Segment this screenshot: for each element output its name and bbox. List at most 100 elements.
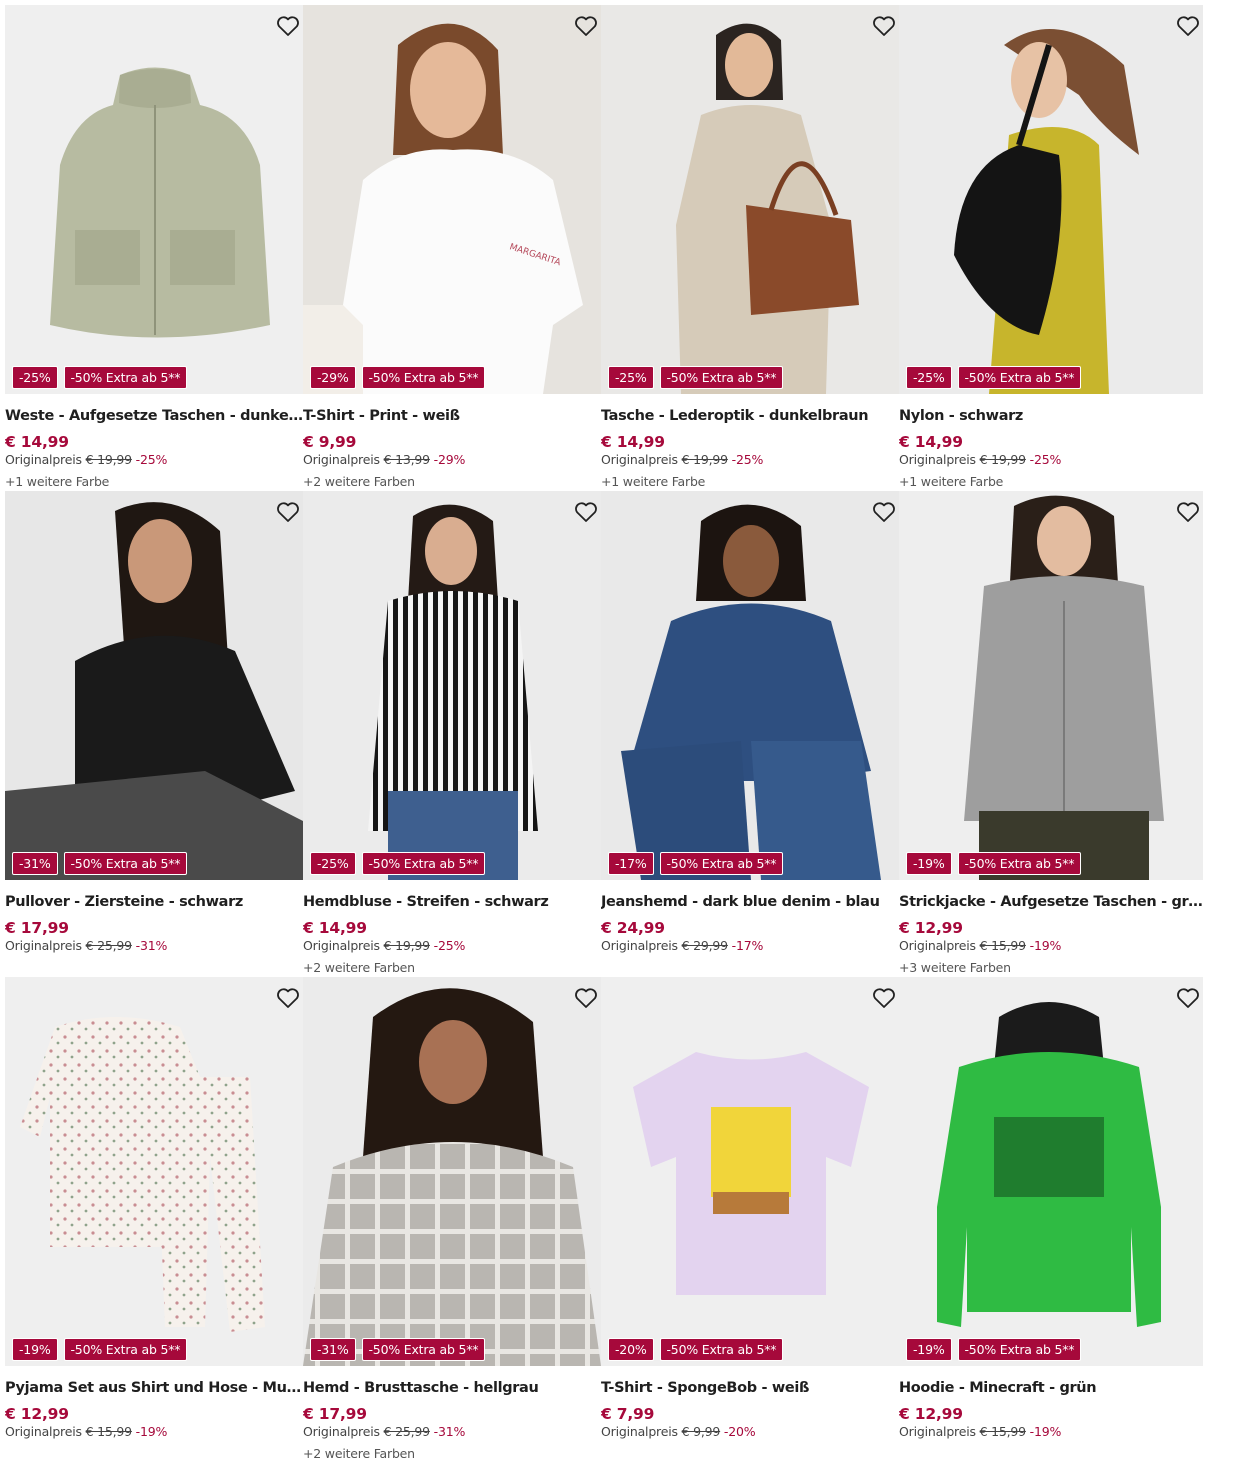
- badge-group: -25% -50% Extra ab 5**: [12, 366, 188, 389]
- product-name[interactable]: Pyjama Set aus Shirt und Hose - Mustermi…: [5, 1380, 303, 1396]
- product-image[interactable]: -31% -50% Extra ab 5**: [303, 977, 601, 1366]
- check-shirt-model-image: [303, 977, 601, 1366]
- discount-badge: -20%: [608, 1338, 654, 1361]
- product-price: € 17,99: [303, 1405, 367, 1423]
- discount-badge: -29%: [310, 366, 356, 389]
- discount-percent: -31%: [135, 938, 168, 953]
- product-name[interactable]: Hoodie - Minecraft - grün: [899, 1380, 1203, 1396]
- badge-group: -29% -50% Extra ab 5**: [310, 366, 486, 389]
- more-colors[interactable]: +1 weitere Farbe: [5, 474, 109, 489]
- product-price: € 9,99: [303, 433, 357, 451]
- original-price: € 13,99: [383, 452, 431, 467]
- product-card[interactable]: -17% -50% Extra ab 5** Jeanshemd - dark …: [601, 491, 899, 977]
- wishlist-button[interactable]: [573, 13, 599, 39]
- product-name[interactable]: Weste - Aufgesetze Taschen - dunkelgrün: [5, 408, 303, 424]
- more-colors[interactable]: +3 weitere Farben: [899, 960, 1011, 975]
- product-price: € 17,99: [5, 919, 69, 937]
- wishlist-button[interactable]: [573, 499, 599, 525]
- product-name[interactable]: Jeanshemd - dark blue denim - blau: [601, 894, 899, 910]
- product-card[interactable]: -25% -50% Extra ab 5** Tasche - Lederopt…: [601, 5, 899, 491]
- more-colors[interactable]: +1 weitere Farbe: [601, 474, 705, 489]
- more-colors[interactable]: +2 weitere Farben: [303, 474, 415, 489]
- discount-badge: -19%: [906, 852, 952, 875]
- more-colors[interactable]: +2 weitere Farben: [303, 960, 415, 975]
- wishlist-button[interactable]: [275, 985, 301, 1011]
- vest-image: [5, 5, 303, 394]
- discount-badge: -31%: [310, 1338, 356, 1361]
- product-image[interactable]: -25% -50% Extra ab 5**: [899, 5, 1203, 394]
- product-card[interactable]: MARGARITA -29% -50% Extra ab 5** T-Shirt…: [303, 5, 601, 491]
- product-image[interactable]: -20% -50% Extra ab 5**: [601, 977, 899, 1366]
- original-price: € 19,99: [85, 452, 133, 467]
- product-card[interactable]: -25% -50% Extra ab 5** Weste - Aufgesetz…: [5, 5, 303, 491]
- product-card[interactable]: -20% -50% Extra ab 5** T-Shirt - SpongeB…: [601, 977, 899, 1463]
- extra-discount-badge: -50% Extra ab 5**: [361, 366, 486, 389]
- original-price-label: Originalpreis: [303, 452, 380, 467]
- discount-percent: -17%: [731, 938, 764, 953]
- product-name[interactable]: Tasche - Lederoptik - dunkelbraun: [601, 408, 899, 424]
- badge-group: -31% -50% Extra ab 5**: [310, 1338, 486, 1361]
- original-price-line: Originalpreis € 13,99 -29%: [303, 452, 465, 467]
- discount-percent: -20%: [723, 1424, 756, 1439]
- heart-outline-icon: [575, 16, 597, 36]
- wishlist-button[interactable]: [275, 13, 301, 39]
- discount-badge: -25%: [608, 366, 654, 389]
- product-name[interactable]: Hemdbluse - Streifen - schwarz: [303, 894, 601, 910]
- wishlist-button[interactable]: [1175, 13, 1201, 39]
- wishlist-button[interactable]: [1175, 499, 1201, 525]
- original-price-line: Originalpreis € 15,99 -19%: [899, 938, 1061, 953]
- product-image[interactable]: -25% -50% Extra ab 5**: [601, 5, 899, 394]
- extra-discount-badge: -50% Extra ab 5**: [63, 366, 188, 389]
- original-price-line: Originalpreis € 15,99 -19%: [899, 1424, 1061, 1439]
- original-price: € 19,99: [681, 452, 729, 467]
- product-image[interactable]: -19% -50% Extra ab 5**: [899, 491, 1203, 880]
- original-price: € 25,99: [383, 1424, 431, 1439]
- product-image[interactable]: -25% -50% Extra ab 5**: [5, 5, 303, 394]
- wishlist-button[interactable]: [275, 499, 301, 525]
- more-colors[interactable]: +2 weitere Farben: [303, 1446, 415, 1461]
- product-image[interactable]: MARGARITA -29% -50% Extra ab 5**: [303, 5, 601, 394]
- product-card[interactable]: -31% -50% Extra ab 5** Hemd - Brusttasch…: [303, 977, 601, 1463]
- heart-outline-icon: [1177, 502, 1199, 522]
- heart-outline-icon: [873, 988, 895, 1008]
- product-image[interactable]: -25% -50% Extra ab 5**: [303, 491, 601, 880]
- heart-outline-icon: [277, 502, 299, 522]
- product-name[interactable]: T-Shirt - Print - weiß: [303, 408, 601, 424]
- product-name[interactable]: T-Shirt - SpongeBob - weiß: [601, 1380, 899, 1396]
- pullover-model-image: [5, 491, 303, 880]
- product-name[interactable]: Hemd - Brusttasche - hellgrau: [303, 1380, 601, 1396]
- product-card[interactable]: -25% -50% Extra ab 5** Hemdbluse - Strei…: [303, 491, 601, 977]
- product-image[interactable]: -19% -50% Extra ab 5**: [899, 977, 1203, 1366]
- wishlist-button[interactable]: [871, 499, 897, 525]
- product-card[interactable]: -19% -50% Extra ab 5** Strickjacke - Auf…: [899, 491, 1203, 977]
- badge-group: -25% -50% Extra ab 5**: [608, 366, 784, 389]
- product-name[interactable]: Nylon - schwarz: [899, 408, 1203, 424]
- wishlist-button[interactable]: [871, 13, 897, 39]
- original-price-line: Originalpreis € 25,99 -31%: [5, 938, 167, 953]
- original-price: € 9,99: [681, 1424, 721, 1439]
- product-name[interactable]: Strickjacke - Aufgesetze Taschen - grau: [899, 894, 1203, 910]
- product-price: € 7,99: [601, 1405, 655, 1423]
- original-price-label: Originalpreis: [601, 938, 678, 953]
- product-image[interactable]: -17% -50% Extra ab 5**: [601, 491, 899, 880]
- extra-discount-badge: -50% Extra ab 5**: [659, 852, 784, 875]
- badge-group: -19% -50% Extra ab 5**: [12, 1338, 188, 1361]
- wishlist-button[interactable]: [573, 985, 599, 1011]
- product-card[interactable]: -19% -50% Extra ab 5** Pyjama Set aus Sh…: [5, 977, 303, 1463]
- product-image[interactable]: -31% -50% Extra ab 5**: [5, 491, 303, 880]
- product-card[interactable]: -19% -50% Extra ab 5** Hoodie - Minecraf…: [899, 977, 1203, 1463]
- striped-blouse-model-image: [303, 491, 601, 880]
- wishlist-button[interactable]: [1175, 985, 1201, 1011]
- badge-group: -25% -50% Extra ab 5**: [310, 852, 486, 875]
- product-card[interactable]: -25% -50% Extra ab 5** Nylon - schwarz €…: [899, 5, 1203, 491]
- product-name[interactable]: Pullover - Ziersteine - schwarz: [5, 894, 303, 910]
- product-image[interactable]: -19% -50% Extra ab 5**: [5, 977, 303, 1366]
- product-card[interactable]: -31% -50% Extra ab 5** Pullover - Zierst…: [5, 491, 303, 977]
- original-price-label: Originalpreis: [5, 1424, 82, 1439]
- wishlist-button[interactable]: [871, 985, 897, 1011]
- original-price-line: Originalpreis € 9,99 -20%: [601, 1424, 756, 1439]
- extra-discount-badge: -50% Extra ab 5**: [957, 1338, 1082, 1361]
- badge-group: -31% -50% Extra ab 5**: [12, 852, 188, 875]
- more-colors[interactable]: +1 weitere Farbe: [899, 474, 1003, 489]
- original-price-line: Originalpreis € 19,99 -25%: [899, 452, 1061, 467]
